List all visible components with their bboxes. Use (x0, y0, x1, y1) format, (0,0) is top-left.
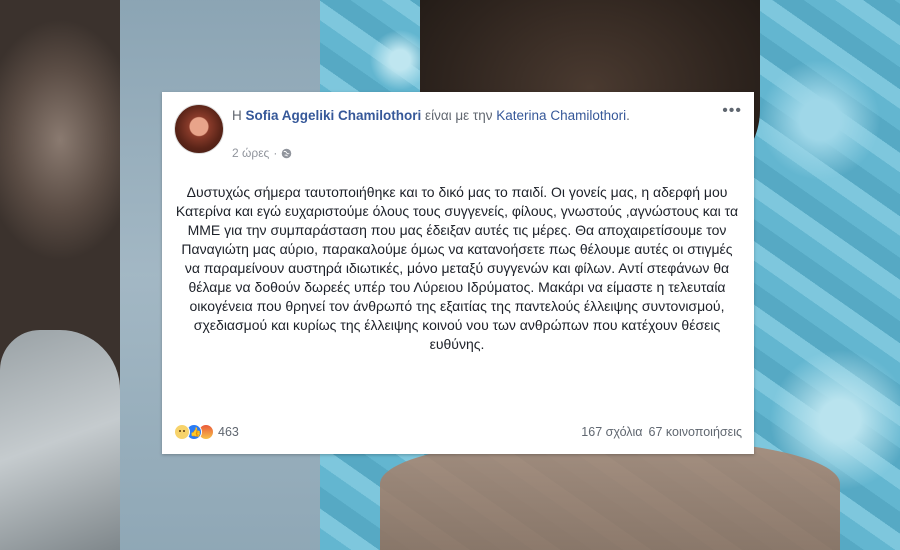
globe-icon[interactable] (281, 148, 292, 159)
post-body-text: Δυστυχώς σήμερα ταυτοποιήθηκε και το δικ… (175, 184, 739, 352)
author-name-link[interactable]: Sofia Aggeliki Chamilothori (246, 108, 422, 123)
facebook-post-card: Η Sofia Aggeliki Chamilothori είναι με τ… (162, 92, 754, 454)
meta-separator: · (273, 146, 278, 160)
author-avatar[interactable] (174, 104, 224, 154)
post-header: Η Sofia Aggeliki Chamilothori είναι με τ… (174, 103, 742, 160)
post-stats: 167 σχόλια 67 κοινοποιήσεις (581, 425, 742, 439)
tagged-person-link[interactable]: Katerina Chamilothori (496, 108, 626, 123)
post-headline: Η Sofia Aggeliki Chamilothori είναι με τ… (232, 106, 712, 125)
post-timestamp[interactable]: 2 ώρες (232, 146, 269, 160)
shares-count-link[interactable]: 67 κοινοποιήσεις (649, 425, 742, 439)
post-meta: 2 ώρες · (232, 146, 292, 160)
reaction-count: 463 (218, 425, 239, 439)
comments-count-link[interactable]: 167 σχόλια (581, 425, 642, 439)
reactions-summary[interactable]: 👍 463 (174, 424, 239, 440)
more-options-icon[interactable]: ••• (722, 103, 742, 119)
background-right-person-body (380, 440, 840, 550)
sad-reaction-icon (174, 424, 190, 440)
post-footer: 👍 463 167 σχόλια 67 κοινοποιήσεις (174, 422, 742, 442)
with-text: είναι με την (425, 108, 493, 123)
headline-prefix: Η (232, 108, 242, 123)
background-left-shirt (0, 330, 120, 550)
headline-suffix: . (626, 108, 630, 123)
